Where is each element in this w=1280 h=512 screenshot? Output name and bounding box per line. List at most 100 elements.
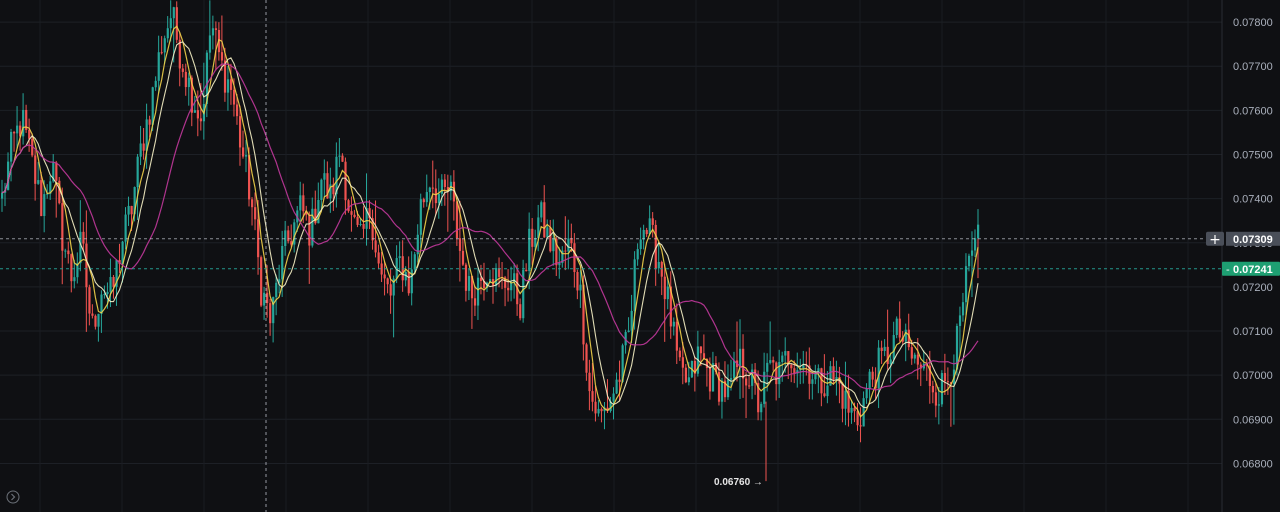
price-tick-label-1: 0.07700 (1233, 61, 1273, 73)
candle-body-93 (281, 245, 284, 280)
candle-body-118 (356, 217, 359, 225)
candle-body-64 (193, 110, 196, 113)
price-chart[interactable]: 0.07800 0.07700 0.07600 0.07500 0.07400 0.073… (0, 0, 1280, 512)
candle-body-277 (835, 376, 838, 380)
candle-body-203 (612, 393, 615, 402)
candle-body-318 (958, 315, 962, 326)
candle-body-20 (61, 203, 64, 251)
candle-body-196 (591, 391, 594, 402)
candle-body-245 (739, 348, 742, 368)
candle-body-204 (615, 379, 618, 394)
candle-body-58 (175, 7, 178, 40)
candle-body-283 (853, 407, 856, 412)
candle-body-127 (383, 274, 386, 279)
candle-body-115 (347, 200, 350, 212)
candle-body-139 (419, 199, 422, 235)
candle-body-42 (127, 205, 130, 215)
candle-body-57 (172, 7, 175, 19)
candle-body-289 (871, 371, 874, 380)
candle-body-14 (43, 194, 46, 216)
candle-body-218 (657, 261, 660, 269)
candle-body-59 (178, 39, 181, 69)
candle-body-60 (181, 68, 184, 72)
candle-body-172 (519, 304, 522, 319)
candle-body-100 (302, 195, 305, 212)
candle-body-310 (934, 392, 938, 406)
candle-body-213 (642, 229, 645, 240)
candle-body-66 (199, 118, 203, 122)
candle-body-259 (781, 355, 784, 362)
candle-body-119 (359, 223, 362, 225)
price-tick-label-4: 0.07400 (1233, 194, 1273, 206)
candle-body-61 (184, 71, 187, 88)
candle-body-312 (940, 373, 944, 405)
candle-body-151 (455, 201, 459, 239)
candle-body-47 (142, 143, 145, 151)
candle-body-228 (687, 377, 691, 383)
candle-body-293 (883, 346, 886, 351)
candle-body-11 (34, 155, 37, 184)
candle-body-205 (618, 379, 621, 382)
candle-body-132 (398, 256, 401, 259)
candle-body-70 (211, 28, 215, 36)
candle-body-22 (67, 250, 70, 255)
candle-body-155 (467, 276, 471, 291)
candle-body-309 (931, 385, 935, 393)
candle-body-223 (672, 321, 675, 327)
price-chart-canvas[interactable]: 0.07800 0.07700 0.07600 0.07500 0.07400 0.073… (0, 0, 1280, 512)
candle-body-195 (588, 372, 591, 392)
candle-body-152 (458, 238, 462, 251)
candle-body-252 (760, 403, 763, 413)
candle-body-284 (856, 411, 859, 426)
candle-body-128 (386, 278, 389, 285)
candle-body-12 (37, 180, 40, 184)
candle-body-87 (263, 292, 266, 306)
candle-body-78 (235, 104, 239, 117)
candle-body-208 (627, 330, 630, 333)
candle-body-99 (299, 195, 302, 211)
candle-body-211 (636, 249, 639, 260)
session-low-label: 0.06760 → (714, 477, 763, 488)
candle-body-31 (94, 315, 97, 327)
price-tick-label-3: 0.07500 (1233, 149, 1273, 161)
candle-body-94 (284, 230, 287, 246)
candle-body-54 (163, 38, 166, 53)
hover-price-label: 0.07309 (1233, 234, 1273, 246)
candle-body-255 (769, 360, 772, 363)
candle-body-32 (97, 313, 100, 327)
candle-body-21 (64, 250, 67, 252)
plus-icon[interactable]: + (1209, 232, 1221, 248)
ma-mid-line (1, 41, 979, 409)
candle-body-142 (428, 187, 431, 193)
candle-body-113 (341, 155, 344, 162)
chevron-right-circle-icon[interactable] (6, 490, 20, 504)
candle-body-194 (585, 344, 588, 373)
candle-body-51 (154, 80, 157, 88)
candle-body-80 (241, 147, 245, 157)
candle-body-214 (645, 229, 648, 235)
candle-body-262 (790, 364, 793, 369)
candle-body-29 (88, 287, 91, 314)
candle-body-321 (967, 255, 971, 267)
candle-body-227 (684, 367, 688, 383)
candle-body-210 (633, 259, 636, 311)
candle-body-292 (880, 347, 883, 351)
candle-body-83 (251, 199, 254, 208)
candle-body-7 (22, 109, 25, 137)
candle-body-45 (136, 156, 139, 188)
last-price-dash: - (1226, 264, 1230, 276)
candle-body-91 (275, 282, 278, 298)
candle-body-276 (832, 366, 835, 380)
candle-body-30 (91, 313, 94, 316)
candle-body-143 (431, 187, 434, 189)
candle-body-274 (826, 385, 829, 397)
candle-body-71 (214, 28, 218, 30)
candle-body-285 (859, 425, 862, 427)
price-tick-label-9: 0.06900 (1233, 414, 1273, 426)
candle-body-303 (913, 354, 916, 359)
candle-body-49 (148, 119, 151, 125)
candle-body-232 (699, 346, 703, 354)
candle-body-112 (338, 155, 341, 157)
candle-body-133 (401, 256, 404, 281)
candle-body-137 (413, 254, 416, 270)
